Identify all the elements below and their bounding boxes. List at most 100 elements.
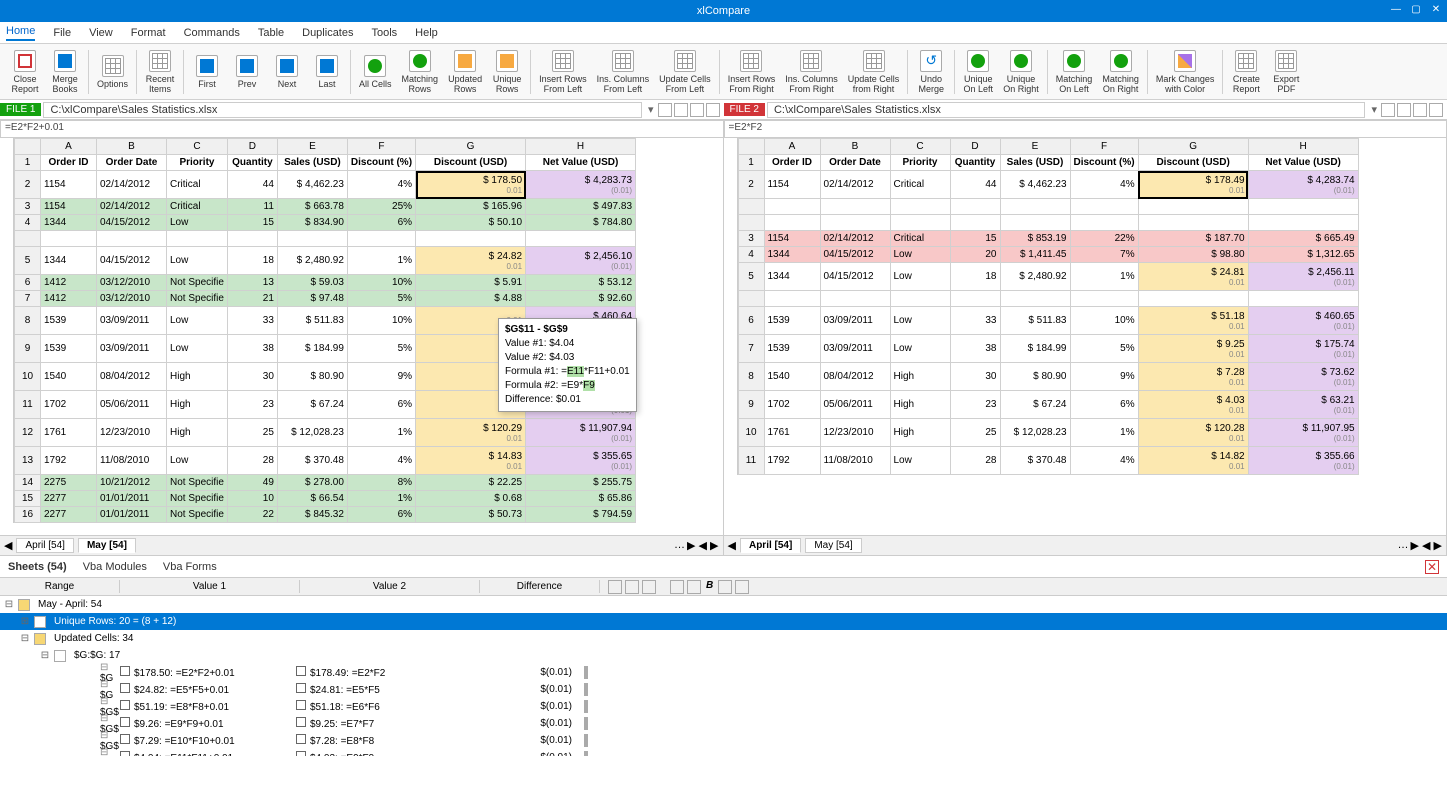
cell[interactable]: 18	[950, 263, 1000, 291]
cell[interactable]: 1792	[764, 447, 820, 475]
grid-right[interactable]: ABCDEFGH1Order IDOrder DatePriorityQuant…	[738, 138, 1359, 475]
cell[interactable]	[820, 215, 890, 231]
formula-bar-right[interactable]: =E2*F2	[724, 120, 1447, 138]
cell[interactable]	[1138, 215, 1248, 231]
options-button[interactable]: Options	[93, 46, 132, 98]
cell[interactable]	[890, 199, 950, 215]
cell[interactable]: 1344	[764, 263, 820, 291]
data-header[interactable]: Net Value (USD)	[1248, 155, 1358, 171]
cell[interactable]: $ 663.78	[277, 199, 347, 215]
row-header[interactable]: 4	[15, 215, 41, 231]
cell[interactable]: 38	[950, 335, 1000, 363]
file1-right-icon[interactable]	[706, 103, 720, 117]
data-row[interactable]: 5134404/15/2012Low18$ 2,480.921%$ 24.820…	[15, 247, 636, 275]
tree-node[interactable]: May - April: 54	[34, 599, 106, 610]
cell[interactable]: $ 14.830.01	[416, 447, 526, 475]
column-header[interactable]: G	[416, 139, 526, 155]
cell[interactable]: High	[167, 391, 228, 419]
toolbar-icon[interactable]	[670, 580, 684, 594]
sheet-nav-right[interactable]: ▶ ◀ ▶	[1411, 539, 1443, 552]
row-header[interactable]	[738, 215, 764, 231]
file2-path[interactable]: C:\xlCompare\Sales Statistics.xlsx	[767, 102, 1366, 118]
data-row[interactable]: 16227701/01/2011Not Specifie22$ 845.326%…	[15, 507, 636, 523]
action-icon[interactable]	[586, 734, 588, 747]
cell[interactable]: $ 1,312.65	[1248, 247, 1358, 263]
cell[interactable]: 10	[227, 491, 277, 507]
cell[interactable]: 1540	[764, 363, 820, 391]
cell[interactable]: 20	[950, 247, 1000, 263]
cell[interactable]	[1248, 215, 1358, 231]
cell[interactable]: Low	[890, 307, 950, 335]
cell[interactable]: $ 845.32	[277, 507, 347, 523]
tree-node[interactable]: $G:$G: 17	[70, 650, 124, 661]
column-header[interactable]: E	[277, 139, 347, 155]
row-header[interactable]: 13	[15, 447, 41, 475]
cell[interactable]: $ 53.12	[526, 275, 636, 291]
cell[interactable]: High	[890, 391, 950, 419]
file1-dropdown[interactable]: ▾	[644, 103, 658, 116]
checkbox[interactable]	[296, 683, 306, 693]
cell[interactable]: 10%	[1070, 307, 1138, 335]
data-header[interactable]: Order Date	[820, 155, 890, 171]
menu-duplicates[interactable]: Duplicates	[302, 27, 353, 39]
cell[interactable]: 1792	[41, 447, 97, 475]
cell[interactable]	[950, 215, 1000, 231]
update-cells-right-button[interactable]: Update Cells from Right	[844, 46, 904, 98]
cell[interactable]: 10/21/2012	[97, 475, 167, 491]
matching-left-button[interactable]: Matching On Left	[1052, 46, 1097, 98]
data-row[interactable]: 9170205/06/2011High23$ 67.246%$ 4.030.01…	[738, 391, 1358, 419]
data-row[interactable]	[738, 215, 1358, 231]
data-row[interactable]: 2115402/14/2012Critical44$ 4,462.234%$ 1…	[15, 171, 636, 199]
cell[interactable]: 01/01/2011	[97, 491, 167, 507]
cell[interactable]: 05/06/2011	[820, 391, 890, 419]
cell[interactable]: 28	[950, 447, 1000, 475]
cell[interactable]: $ 98.80	[1138, 247, 1248, 263]
diff-detail-row[interactable]: ⊟ $G$24.82: =E5*F5+0.01$24.81: =E5*F5$(0…	[0, 681, 1447, 698]
cell[interactable]: $ 1,411.45	[1000, 247, 1070, 263]
toolbar-icon[interactable]	[625, 580, 639, 594]
cell[interactable]: 9%	[347, 363, 415, 391]
cell[interactable]: 02/14/2012	[97, 171, 167, 199]
cell[interactable]: Low	[890, 263, 950, 291]
cell[interactable]: 23	[950, 391, 1000, 419]
cell[interactable]: $ 12,028.23	[277, 419, 347, 447]
cell[interactable]: 22%	[1070, 231, 1138, 247]
checkbox[interactable]	[296, 734, 306, 744]
data-header[interactable]: Order Date	[97, 155, 167, 171]
cell[interactable]	[1138, 199, 1248, 215]
row-header[interactable]: 5	[15, 247, 41, 275]
data-header[interactable]: Sales (USD)	[1000, 155, 1070, 171]
tree-toggle[interactable]: ⊟	[4, 599, 14, 610]
create-report-button[interactable]: Create Report	[1227, 46, 1265, 98]
cell[interactable]: $ 4,462.23	[277, 171, 347, 199]
cell[interactable]: 1%	[347, 491, 415, 507]
data-row[interactable]: 7141203/12/2010Not Specifie21$ 97.485%$ …	[15, 291, 636, 307]
cell[interactable]: $ 355.66(0.01)	[1248, 447, 1358, 475]
data-header[interactable]: Priority	[890, 155, 950, 171]
data-header[interactable]: Quantity	[227, 155, 277, 171]
cell[interactable]	[950, 199, 1000, 215]
matching-rows-button[interactable]: Matching Rows	[398, 46, 443, 98]
cell[interactable]: 49	[227, 475, 277, 491]
sheet-tab[interactable]: May [54]	[805, 538, 861, 553]
cell[interactable]: $ 187.70	[1138, 231, 1248, 247]
cell[interactable]: 12/23/2010	[97, 419, 167, 447]
cell[interactable]: 03/09/2011	[97, 335, 167, 363]
row-header[interactable]: 6	[738, 307, 764, 335]
cell[interactable]: $ 24.810.01	[1138, 263, 1248, 291]
cell[interactable]: 04/15/2012	[820, 263, 890, 291]
column-header[interactable]: G	[1138, 139, 1248, 155]
row-header[interactable]: 6	[15, 275, 41, 291]
cell[interactable]: $ 460.65(0.01)	[1248, 307, 1358, 335]
cell[interactable]: 25%	[347, 199, 415, 215]
cell[interactable]	[950, 291, 1000, 307]
cell[interactable]: 1539	[764, 307, 820, 335]
cell[interactable]: 30	[227, 363, 277, 391]
cell[interactable]: 25	[950, 419, 1000, 447]
matching-right-button[interactable]: Matching On Right	[1098, 46, 1143, 98]
cell[interactable]: $ 7.280.01	[1138, 363, 1248, 391]
checkbox[interactable]	[120, 751, 130, 756]
cell[interactable]: 15	[950, 231, 1000, 247]
cell[interactable]: High	[890, 419, 950, 447]
checkbox[interactable]	[120, 717, 130, 727]
